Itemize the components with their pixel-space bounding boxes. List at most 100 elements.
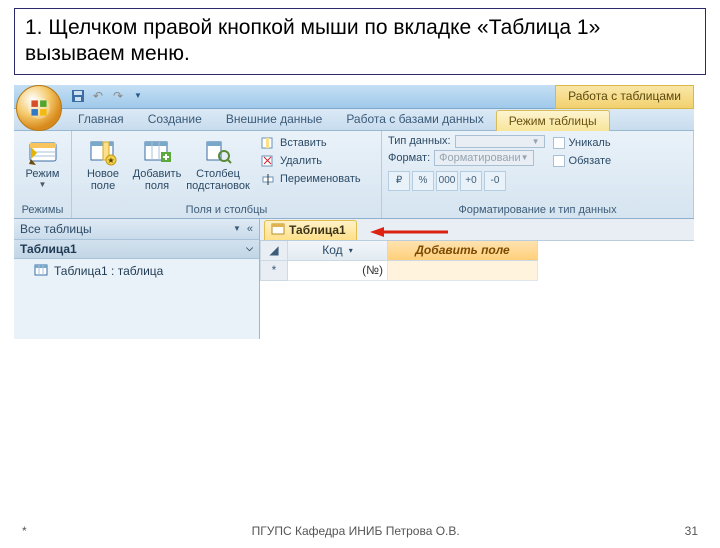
thousands-label: 000	[439, 175, 456, 186]
footer-center: ПГУПС Кафедра ИНИБ Петрова О.В.	[252, 524, 460, 538]
required-checkbox-row[interactable]: Обязате	[553, 154, 612, 168]
slide-footer: * ПГУПС Кафедра ИНИБ Петрова О.В. 31	[0, 524, 720, 538]
increase-decimals-button[interactable]: +0	[460, 171, 482, 191]
dec-label: -0	[491, 175, 500, 186]
qat-dropdown-icon[interactable]: ▼	[130, 88, 146, 104]
delete-button[interactable]: Удалить	[258, 152, 363, 170]
rename-button[interactable]: Переименовать	[258, 170, 363, 188]
annotation-arrow-icon	[370, 225, 450, 239]
ribbon-tabs: Главная Создание Внешние данные Работа с…	[14, 109, 694, 131]
save-icon[interactable]	[70, 88, 86, 104]
insert-button[interactable]: Вставить	[258, 134, 363, 152]
footer-left: *	[22, 524, 27, 538]
insert-label: Вставить	[280, 137, 327, 149]
required-checkbox[interactable]	[553, 155, 565, 167]
field-ops-list: Вставить Удалить Переименовать	[258, 134, 363, 188]
column-id-label: Код	[322, 243, 342, 257]
group-views-label: Режимы	[20, 203, 65, 217]
percent-label: %	[419, 175, 428, 186]
percent-button[interactable]: %	[412, 171, 434, 191]
quick-access-toolbar: ↶ ↷ ▼	[70, 88, 146, 104]
required-label: Обязате	[569, 155, 612, 167]
instruction-box: 1. Щелчком правой кнопкой мыши по вкладк…	[14, 8, 706, 75]
lookup-label: Столбец подстановок	[186, 168, 250, 192]
access-window: ↶ ↷ ▼ Работа с таблицами Главная Создани…	[14, 85, 694, 339]
currency-button[interactable]: ₽	[388, 171, 410, 191]
tab-dbtools-label: Работа с базами данных	[346, 112, 483, 126]
chevron-down-icon: ▼	[521, 153, 529, 162]
tab-home[interactable]: Главная	[66, 109, 136, 130]
cell-id-new[interactable]: (№)	[288, 261, 388, 281]
group-fields-label: Поля и столбцы	[78, 203, 375, 217]
ribbon-group-format: Тип данных: ▼ Формат: Форматировани ▼	[382, 131, 694, 218]
collapse-nav-icon[interactable]: «	[247, 223, 253, 235]
rename-icon	[260, 171, 276, 187]
office-button[interactable]	[16, 85, 62, 131]
column-header-add-field[interactable]: Добавить поле	[388, 241, 538, 261]
row-selector-new[interactable]: *	[260, 261, 288, 281]
chevron-down-icon[interactable]: ▼	[233, 224, 241, 233]
nav-group-label: Таблица1	[20, 242, 77, 256]
new-field-label: Новое поле	[87, 168, 119, 192]
new-field-button[interactable]: ★ Новое поле	[78, 134, 128, 194]
nav-item-table1[interactable]: Таблица1 : таблица	[14, 259, 259, 284]
unique-checkbox-row[interactable]: Уникаль	[553, 136, 612, 150]
ribbon-group-fields: ★ Новое поле Добавить поля Столбец подст…	[72, 131, 382, 218]
expand-group-icon[interactable]: ⌵	[246, 243, 253, 254]
tab-datasheet[interactable]: Режим таблицы	[496, 110, 610, 131]
view-button[interactable]: Режим ▼	[20, 134, 65, 192]
tab-create[interactable]: Создание	[136, 109, 214, 130]
tab-home-label: Главная	[78, 112, 124, 126]
office-logo-icon	[26, 95, 52, 121]
add-fields-button[interactable]: Добавить поля	[132, 134, 182, 194]
column-header-id[interactable]: Код ▾	[288, 241, 388, 261]
datatype-label: Тип данных:	[388, 135, 451, 147]
nav-group-header[interactable]: Таблица1 ⌵	[14, 240, 259, 259]
undo-icon[interactable]: ↶	[90, 88, 106, 104]
unique-checkbox[interactable]	[553, 137, 565, 149]
tab-datasheet-label: Режим таблицы	[509, 114, 597, 128]
footer-right: 31	[685, 524, 698, 538]
datasheet-header-row: ◢ Код ▾ Добавить поле	[260, 241, 694, 261]
tab-dbtools[interactable]: Работа с базами данных	[334, 109, 495, 130]
lookup-icon	[202, 136, 234, 168]
tab-external-label: Внешние данные	[226, 112, 323, 126]
new-field-icon: ★	[87, 136, 119, 168]
select-all-cell[interactable]: ◢	[260, 241, 288, 261]
column-add-label: Добавить поле	[415, 243, 509, 257]
lookup-column-button[interactable]: Столбец подстановок	[186, 134, 250, 194]
add-fields-label: Добавить поля	[133, 168, 182, 192]
context-tab-group-text: Работа с таблицами	[568, 89, 681, 103]
nav-header[interactable]: Все таблицы ▼ «	[14, 219, 259, 240]
workspace: Все таблицы ▼ « Таблица1 ⌵ Таблица1 : та…	[14, 219, 694, 339]
redo-icon[interactable]: ↷	[110, 88, 126, 104]
doc-tab-label: Таблица1	[289, 223, 346, 237]
context-tab-group-label: Работа с таблицами	[555, 85, 694, 109]
datasheet-new-row[interactable]: * (№)	[260, 261, 694, 281]
add-fields-icon	[141, 136, 173, 168]
insert-icon	[260, 135, 276, 151]
tab-external[interactable]: Внешние данные	[214, 109, 335, 130]
datatype-combo[interactable]: ▼	[455, 135, 545, 148]
navigation-pane: Все таблицы ▼ « Таблица1 ⌵ Таблица1 : та…	[14, 219, 260, 339]
format-combo[interactable]: Форматировани ▼	[434, 150, 533, 166]
chevron-down-icon[interactable]: ▾	[349, 246, 353, 255]
currency-label: ₽	[396, 175, 402, 186]
doc-tab-table1[interactable]: Таблица1	[264, 220, 357, 240]
unique-label: Уникаль	[569, 137, 611, 149]
chevron-down-icon: ▼	[39, 181, 47, 190]
ribbon: Режим ▼ Режимы ★ Новое поле Д	[14, 131, 694, 219]
decrease-decimals-button[interactable]: -0	[484, 171, 506, 191]
svg-text:★: ★	[107, 156, 114, 165]
chevron-down-icon: ▼	[532, 137, 540, 146]
ribbon-group-views: Режим ▼ Режимы	[14, 131, 72, 218]
thousands-button[interactable]: 000	[436, 171, 458, 191]
tab-create-label: Создание	[148, 112, 202, 126]
format-label: Формат:	[388, 152, 430, 164]
cell-add-new[interactable]	[388, 261, 538, 281]
inc-label: +0	[465, 175, 476, 186]
view-icon	[27, 136, 59, 168]
title-bar: ↶ ↷ ▼ Работа с таблицами	[14, 85, 694, 109]
instruction-text: 1. Щелчком правой кнопкой мыши по вкладк…	[25, 16, 600, 65]
id-placeholder: (№)	[362, 263, 383, 277]
